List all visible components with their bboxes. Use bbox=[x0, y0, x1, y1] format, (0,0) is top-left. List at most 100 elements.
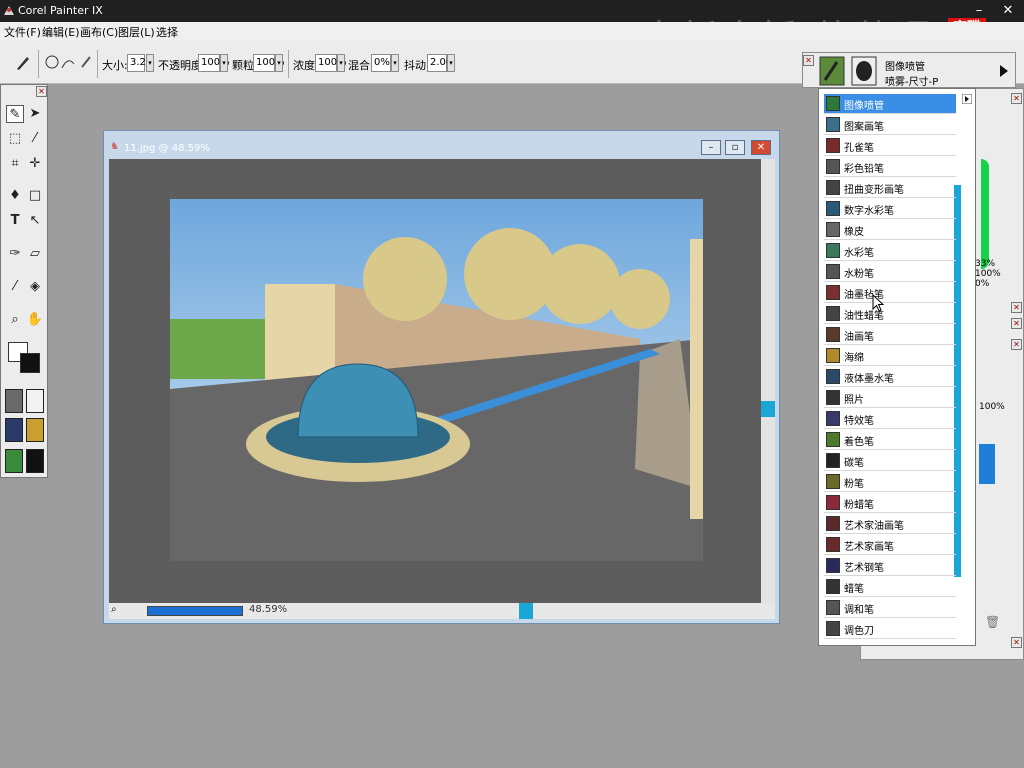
brush-category-label: 碳笔 bbox=[844, 458, 864, 469]
magnifier-icon[interactable]: ⌕ bbox=[6, 311, 24, 329]
brush-category-item[interactable]: 油性蜡笔 bbox=[824, 304, 956, 324]
brush-category-item[interactable]: 数字水彩笔 bbox=[824, 199, 956, 219]
brush-category-item[interactable]: 海绵 bbox=[824, 346, 956, 366]
size-spinner[interactable]: ▾ bbox=[146, 54, 154, 72]
menu-layers[interactable]: 图层(L) bbox=[118, 24, 155, 40]
close-icon[interactable]: ✕ bbox=[36, 86, 47, 97]
close-icon[interactable]: ✕ bbox=[1011, 339, 1022, 350]
brush-variant-icon[interactable] bbox=[851, 56, 877, 86]
menu-select[interactable]: 选择 bbox=[156, 24, 178, 40]
stroke-type-icon[interactable] bbox=[60, 54, 76, 70]
brush-category-item[interactable]: 调和笔 bbox=[824, 598, 956, 618]
separator bbox=[38, 50, 39, 78]
close-icon[interactable]: ✕ bbox=[1011, 318, 1022, 329]
brush-category-item[interactable]: 孔雀笔 bbox=[824, 136, 956, 156]
opacity-field[interactable]: 100% bbox=[198, 54, 230, 72]
gradient-selector-icon[interactable] bbox=[26, 389, 44, 413]
pattern-selector-icon[interactable] bbox=[5, 418, 23, 442]
transform-icon[interactable]: ✛ bbox=[26, 155, 44, 173]
brush-category-item[interactable]: 油画笔 bbox=[824, 325, 956, 345]
brush-category-icon[interactable] bbox=[819, 56, 845, 86]
grabber-hand-icon[interactable]: ✋ bbox=[26, 311, 44, 329]
eraser-icon[interactable]: ▱ bbox=[26, 245, 44, 263]
crop-icon[interactable]: ⌗ bbox=[6, 155, 24, 173]
close-icon[interactable]: ✕ bbox=[1011, 637, 1022, 648]
scroll-thumb[interactable] bbox=[761, 401, 775, 417]
nozzle-selector-icon[interactable] bbox=[5, 449, 23, 473]
cloner-icon[interactable]: ✑ bbox=[6, 245, 24, 263]
brush-category-item[interactable]: 粉笔 bbox=[824, 472, 956, 492]
brush-tool-icon[interactable]: ✎ bbox=[6, 105, 24, 123]
close-icon[interactable]: ✕ bbox=[1011, 302, 1022, 313]
menu-edit[interactable]: 编辑(E) bbox=[42, 24, 80, 40]
density-field[interactable]: 100% bbox=[315, 54, 347, 72]
canvas-vertical-scrollbar[interactable] bbox=[761, 159, 775, 603]
doc-maximize-icon[interactable]: ▫ bbox=[725, 140, 745, 155]
layer-highlight[interactable] bbox=[979, 444, 995, 484]
weaving-selector-icon[interactable] bbox=[26, 418, 44, 442]
zoom-icon[interactable]: ⌕ bbox=[111, 604, 117, 615]
grain-spinner[interactable]: ▾ bbox=[275, 54, 283, 72]
brush-dab-icon[interactable] bbox=[44, 54, 60, 70]
additional-color-swatch[interactable] bbox=[20, 353, 40, 373]
opacity-spinner[interactable]: ▾ bbox=[220, 54, 228, 72]
menu-canvas[interactable]: 画布(C) bbox=[80, 24, 118, 40]
text-tool-icon[interactable]: T bbox=[6, 212, 24, 230]
close-icon[interactable]: ✕ bbox=[1011, 93, 1022, 104]
rect-shape-icon[interactable]: □ bbox=[26, 187, 44, 205]
close-icon[interactable]: ✕ bbox=[803, 55, 814, 66]
horizontal-scroll-thumb[interactable] bbox=[519, 603, 533, 619]
menu-file[interactable]: 文件(F) bbox=[4, 24, 41, 40]
brush-category-icon bbox=[826, 222, 840, 237]
dropper-icon[interactable]: ⁄ bbox=[6, 278, 24, 296]
brush-category-item[interactable]: 橡皮 bbox=[824, 220, 956, 240]
magic-wand-icon[interactable]: ⁄ bbox=[26, 130, 44, 148]
paper-selector-icon[interactable] bbox=[5, 389, 23, 413]
brush-category-item[interactable]: 扭曲变形画笔 bbox=[824, 178, 956, 198]
brush-category-item[interactable]: 水彩笔 bbox=[824, 241, 956, 261]
brush-category-item[interactable]: 艺术家油画笔 bbox=[824, 514, 956, 534]
brush-category-item[interactable]: 蜡笔 bbox=[824, 577, 956, 597]
pen-icon[interactable]: ♦ bbox=[6, 187, 24, 205]
zoom-slider[interactable] bbox=[147, 606, 243, 616]
brush-category-item[interactable]: 图像喷管 bbox=[824, 94, 956, 114]
jitter-spinner[interactable]: ▾ bbox=[447, 54, 455, 72]
brush-category-item[interactable]: 图案画笔 bbox=[824, 115, 956, 135]
shape-select-icon[interactable]: ↖ bbox=[26, 212, 44, 230]
density-spinner[interactable]: ▾ bbox=[337, 54, 345, 72]
jitter-field[interactable]: 2.00 bbox=[427, 54, 452, 72]
brush-category-item[interactable]: 艺术钢笔 bbox=[824, 556, 956, 576]
brush-category-item[interactable]: 调色刀 bbox=[824, 619, 956, 639]
brush-category-item[interactable]: 水粉笔 bbox=[824, 262, 956, 282]
brush-category-item[interactable]: 粉蜡笔 bbox=[824, 493, 956, 513]
brush-category-item[interactable]: 液体墨水笔 bbox=[824, 367, 956, 387]
brush-option-icon[interactable] bbox=[78, 54, 94, 70]
size-field[interactable]: 3.2 bbox=[127, 54, 146, 72]
close-icon[interactable]: ✕ bbox=[1000, 3, 1016, 19]
arrow-right-icon[interactable] bbox=[997, 57, 1011, 85]
color-wheel[interactable] bbox=[981, 159, 989, 269]
trash-icon[interactable]: 🗑 bbox=[985, 615, 1000, 629]
brush-category-item[interactable]: 着色笔 bbox=[824, 430, 956, 450]
blend-field[interactable]: 0% bbox=[371, 54, 391, 72]
look-selector-icon[interactable] bbox=[26, 449, 44, 473]
brush-category-item[interactable]: 油墨毡笔 bbox=[824, 283, 956, 303]
paint-bucket-icon[interactable]: ◈ bbox=[26, 278, 44, 296]
brush-category-item[interactable]: 艺术家画笔 bbox=[824, 535, 956, 555]
brush-category-item[interactable]: 碳笔 bbox=[824, 451, 956, 471]
brush-category-item[interactable]: 彩色铅笔 bbox=[824, 157, 956, 177]
blend-spinner[interactable]: ▾ bbox=[391, 54, 399, 72]
canvas-image[interactable] bbox=[170, 199, 703, 561]
brush-category-item[interactable]: 照片 bbox=[824, 388, 956, 408]
doc-minimize-icon[interactable]: – bbox=[701, 140, 721, 155]
layer-adjuster-icon[interactable]: ➤ bbox=[26, 105, 44, 123]
canvas-area[interactable] bbox=[109, 159, 761, 603]
grain-field[interactable]: 100% bbox=[253, 54, 285, 72]
brush-category-label: 艺术钢笔 bbox=[844, 563, 884, 574]
brush-icon[interactable] bbox=[14, 54, 32, 72]
doc-close-icon[interactable]: ✕ bbox=[751, 140, 771, 155]
rect-select-icon[interactable]: ⬚ bbox=[6, 130, 24, 148]
brush-category-item[interactable]: 特效笔 bbox=[824, 409, 956, 429]
minimize-icon[interactable]: – bbox=[971, 3, 987, 19]
arrow-right-icon[interactable] bbox=[962, 94, 972, 104]
